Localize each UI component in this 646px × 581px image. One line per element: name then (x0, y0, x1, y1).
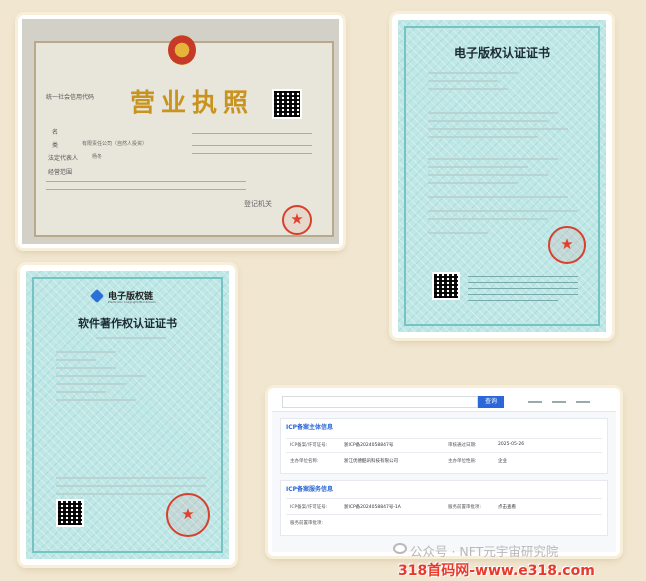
section-title-subject: ICP备案主体信息 (286, 424, 334, 431)
brand-en: Electronic Copyright Blockchain (108, 300, 156, 304)
icp-record-screenshot: 查询 ICP备案主体信息 ICP备案/许可证号: 浙ICP备2024058847… (268, 388, 620, 556)
s1-row2-value2: 企业 (498, 459, 507, 464)
s1-row1-value2: 2025-05-26 (498, 442, 525, 447)
wechat-icon (393, 543, 407, 554)
software-cert-title: 软件著作权认证证书 (78, 317, 177, 330)
rep-label: 法定代表人 (48, 155, 79, 162)
s1-row2-value: 浙江优德酷讯科技有限公司 (344, 459, 398, 464)
s1-row1-label2: 审核通过日期: (448, 443, 477, 448)
emblem-icon (168, 35, 196, 65)
copyright-cert-title: 电子版权认证证书 (453, 46, 550, 60)
s1-row1-label: ICP备案/许可证号: (290, 443, 328, 448)
business-license-photo: 营业执照 统一社会信用代码 名 类 有限责任公司（自然人投资） 法定代表人 杨冬… (18, 15, 343, 248)
watermark-account: 公众号 · NFT元宇宙研究院 (410, 544, 559, 559)
s2-row2-label: 服务前置审批项: (290, 521, 324, 526)
name-label: 名 (52, 129, 59, 136)
reg-label: 登记机关 (244, 200, 272, 208)
s2-row1-value: 浙ICP备2024058847号-1A (344, 505, 401, 510)
s2-row1-label: ICP备案/许可证号: (290, 505, 328, 510)
watermark-site: 318首码网-www.e318.com (398, 563, 595, 579)
s1-row2-label: 主办单位名称: (290, 459, 319, 464)
red-seal-icon (548, 226, 586, 264)
license-title: 营业执照 (130, 88, 255, 117)
section-title-service: ICP备案服务信息 (286, 486, 334, 493)
s1-row2-label2: 主办单位性质: (448, 459, 477, 464)
search-button[interactable]: 查询 (478, 396, 504, 408)
type-value: 有限责任公司（自然人投资） (82, 141, 148, 147)
qr-code (432, 272, 460, 300)
search-input[interactable] (282, 396, 478, 408)
red-seal-icon (166, 493, 210, 537)
scope-label: 经营范围 (48, 169, 73, 176)
copyright-certificate-photo: 电子版权认证证书 (392, 14, 612, 338)
s1-row1-value: 浙ICP备2024058847号 (344, 443, 394, 448)
qr-code (272, 89, 302, 119)
type-label: 类 (52, 142, 59, 149)
software-certificate-photo: 电子版权链 Electronic Copyright Blockchain 软件… (20, 265, 235, 565)
rep-value: 杨冬 (92, 154, 103, 160)
qr-code (56, 499, 84, 527)
s2-row1-value2[interactable]: 点击查看 (498, 504, 516, 510)
red-seal-icon (282, 205, 312, 235)
s2-row1-label2: 服务前置审批项: (448, 505, 482, 510)
code-label: 统一社会信用代码 (46, 94, 95, 101)
